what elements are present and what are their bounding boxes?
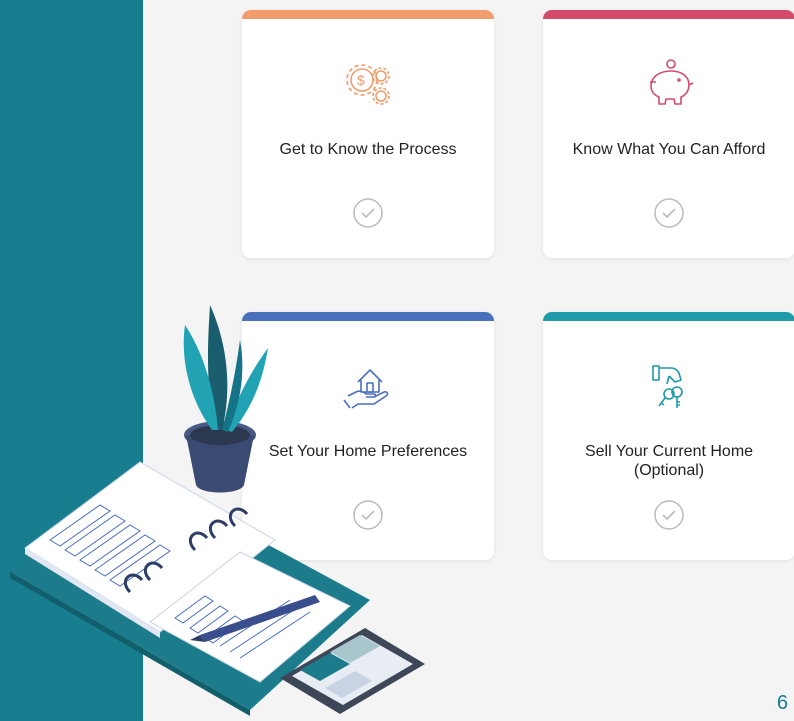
card-accent-bar: [242, 10, 494, 19]
card-accent-bar: [543, 312, 794, 321]
step-title: Sell Your Current Home (Optional): [584, 443, 754, 479]
piggy-bank-icon: [650, 59, 694, 105]
planner-illustration: [10, 305, 425, 716]
step-card-sell-current-home[interactable]: Sell Your Current Home (Optional): [543, 312, 794, 560]
card-accent-bar: [543, 10, 794, 19]
step-card-get-to-know-process[interactable]: $ Get to Know the Process: [242, 10, 494, 258]
hand-keys-icon: [652, 365, 683, 408]
check-circle-icon[interactable]: [653, 197, 685, 229]
step-title: Get to Know the Process: [279, 141, 457, 158]
check-circle-icon[interactable]: [352, 197, 384, 229]
step-title: Know What You Can Afford: [572, 141, 766, 158]
check-circle-icon[interactable]: [653, 499, 685, 531]
svg-text:$: $: [357, 72, 365, 88]
gears-dollar-icon: $: [346, 64, 390, 105]
page-number: 6: [776, 692, 788, 714]
step-card-know-what-you-can-afford[interactable]: Know What You Can Afford: [543, 10, 794, 258]
